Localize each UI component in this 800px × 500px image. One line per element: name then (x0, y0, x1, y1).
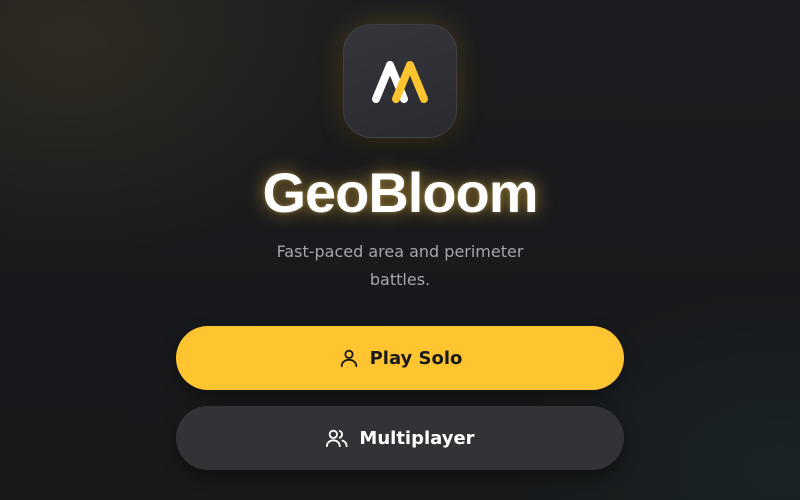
users-icon (325, 427, 349, 449)
geobloom-logo-icon (372, 61, 428, 103)
play-solo-button[interactable]: Play Solo (176, 326, 624, 390)
multiplayer-button[interactable]: Multiplayer (176, 406, 624, 470)
multiplayer-label: Multiplayer (359, 427, 475, 449)
user-icon (338, 347, 360, 369)
game-title: GeoBloom (262, 161, 538, 224)
play-solo-label: Play Solo (369, 347, 463, 369)
game-subtitle: Fast-paced area and perimeter battles. (276, 242, 524, 289)
app-logo (343, 24, 457, 138)
